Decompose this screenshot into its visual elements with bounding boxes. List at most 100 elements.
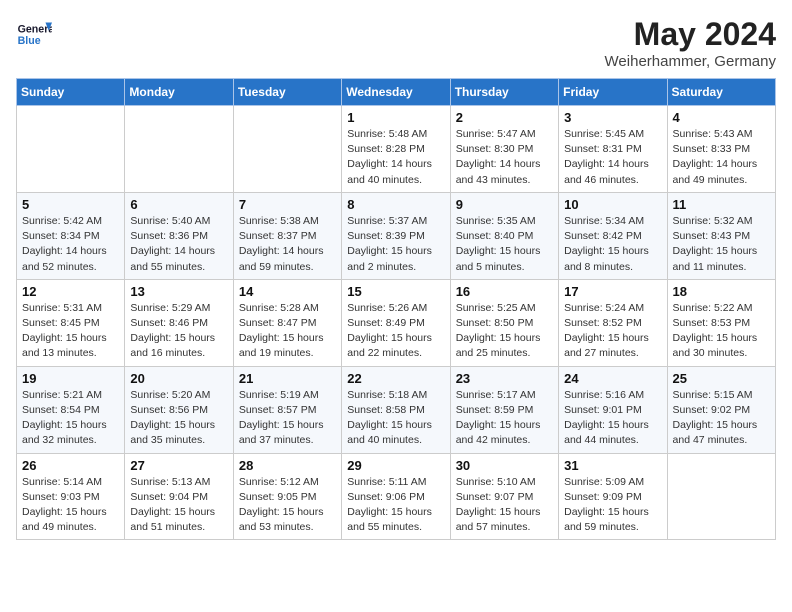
- calendar-cell: 22Sunrise: 5:18 AMSunset: 8:58 PMDayligh…: [342, 366, 450, 453]
- day-number: 7: [239, 197, 336, 212]
- calendar-cell: 16 Sunrise: 5:25 AMSunset: 8:50 PMDayligh…: [450, 279, 558, 366]
- calendar-cell: 21 Sunrise: 5:19 AMSunset: 8:57 PMDayligh…: [233, 366, 341, 453]
- day-number: 29: [347, 458, 444, 473]
- day-info: Sunrise: 5:16 AMSunset: 9:01 PMDaylight:…: [564, 388, 661, 449]
- day-number: 8: [347, 197, 444, 212]
- month-title: May 2024: [605, 16, 776, 53]
- day-info: Sunrise: 5:38 AMSunset: 8:37 PMDaylight:…: [239, 214, 336, 275]
- calendar-cell: 11 Sunrise: 5:32 AMSunset: 8:43 PMDayligh…: [667, 192, 775, 279]
- calendar-cell: [233, 106, 341, 193]
- day-number: 11: [673, 197, 770, 212]
- day-info: Sunrise: 5:42 AMSunset: 8:34 PMDaylight:…: [22, 214, 119, 275]
- location: Weiherhammer, Germany: [605, 53, 776, 70]
- day-number: 9: [456, 197, 553, 212]
- day-info: Sunrise: 5:19 AMSunset: 8:57 PMDaylight:…: [239, 388, 336, 449]
- day-number: 19: [22, 371, 119, 386]
- day-info: Sunrise: 5:31 AMSunset: 8:45 PMDaylight:…: [22, 301, 119, 362]
- day-number: 24: [564, 371, 661, 386]
- calendar-cell: [667, 453, 775, 540]
- logo: General Blue: [16, 16, 52, 52]
- day-info: Sunrise: 5:09 AMSunset: 9:09 PMDaylight:…: [564, 475, 661, 536]
- calendar-cell: 18 Sunrise: 5:22 AMSunset: 8:53 PMDayligh…: [667, 279, 775, 366]
- day-number: 15: [347, 284, 444, 299]
- day-info: Sunrise: 5:43 AMSunset: 8:33 PMDaylight:…: [673, 127, 770, 188]
- header-friday: Friday: [559, 79, 667, 106]
- day-info: Sunrise: 5:48 AMSunset: 8:28 PMDaylight:…: [347, 127, 444, 188]
- calendar-cell: 7 Sunrise: 5:38 AMSunset: 8:37 PMDaylight…: [233, 192, 341, 279]
- day-info: Sunrise: 5:10 AMSunset: 9:07 PMDaylight:…: [456, 475, 553, 536]
- day-number: 10: [564, 197, 661, 212]
- day-info: Sunrise: 5:45 AMSunset: 8:31 PMDaylight:…: [564, 127, 661, 188]
- day-number: 23: [456, 371, 553, 386]
- calendar-cell: 31 Sunrise: 5:09 AMSunset: 9:09 PMDayligh…: [559, 453, 667, 540]
- calendar-cell: 30 Sunrise: 5:10 AMSunset: 9:07 PMDayligh…: [450, 453, 558, 540]
- header-monday: Monday: [125, 79, 233, 106]
- day-info: Sunrise: 5:47 AMSunset: 8:30 PMDaylight:…: [456, 127, 553, 188]
- calendar-cell: [125, 106, 233, 193]
- day-number: 14: [239, 284, 336, 299]
- day-info: Sunrise: 5:14 AMSunset: 9:03 PMDaylight:…: [22, 475, 119, 536]
- day-number: 27: [130, 458, 227, 473]
- day-info: Sunrise: 5:21 AMSunset: 8:54 PMDaylight:…: [22, 388, 119, 449]
- calendar-week-2: 5 Sunrise: 5:42 AMSunset: 8:34 PMDaylight…: [17, 192, 776, 279]
- day-info: Sunrise: 5:12 AMSunset: 9:05 PMDaylight:…: [239, 475, 336, 536]
- day-info: Sunrise: 5:13 AMSunset: 9:04 PMDaylight:…: [130, 475, 227, 536]
- header-wednesday: Wednesday: [342, 79, 450, 106]
- calendar-cell: 23Sunrise: 5:17 AMSunset: 8:59 PMDayligh…: [450, 366, 558, 453]
- day-number: 31: [564, 458, 661, 473]
- calendar-cell: 3 Sunrise: 5:45 AMSunset: 8:31 PMDaylight…: [559, 106, 667, 193]
- calendar-cell: 8Sunrise: 5:37 AMSunset: 8:39 PMDaylight…: [342, 192, 450, 279]
- calendar-cell: 27 Sunrise: 5:13 AMSunset: 9:04 PMDayligh…: [125, 453, 233, 540]
- day-number: 18: [673, 284, 770, 299]
- svg-text:Blue: Blue: [18, 35, 41, 47]
- day-number: 30: [456, 458, 553, 473]
- day-info: Sunrise: 5:25 AMSunset: 8:50 PMDaylight:…: [456, 301, 553, 362]
- calendar-cell: 24 Sunrise: 5:16 AMSunset: 9:01 PMDayligh…: [559, 366, 667, 453]
- calendar-cell: 17Sunrise: 5:24 AMSunset: 8:52 PMDayligh…: [559, 279, 667, 366]
- calendar-cell: 28 Sunrise: 5:12 AMSunset: 9:05 PMDayligh…: [233, 453, 341, 540]
- day-number: 22: [347, 371, 444, 386]
- header-sunday: Sunday: [17, 79, 125, 106]
- calendar-cell: 9 Sunrise: 5:35 AMSunset: 8:40 PMDaylight…: [450, 192, 558, 279]
- calendar-cell: 5 Sunrise: 5:42 AMSunset: 8:34 PMDaylight…: [17, 192, 125, 279]
- calendar-cell: 1 Sunrise: 5:48 AMSunset: 8:28 PMDaylight…: [342, 106, 450, 193]
- day-info: Sunrise: 5:35 AMSunset: 8:40 PMDaylight:…: [456, 214, 553, 275]
- day-info: Sunrise: 5:34 AMSunset: 8:42 PMDaylight:…: [564, 214, 661, 275]
- calendar-cell: 6Sunrise: 5:40 AMSunset: 8:36 PMDaylight…: [125, 192, 233, 279]
- day-number: 2: [456, 110, 553, 125]
- day-info: Sunrise: 5:32 AMSunset: 8:43 PMDaylight:…: [673, 214, 770, 275]
- day-info: Sunrise: 5:22 AMSunset: 8:53 PMDaylight:…: [673, 301, 770, 362]
- day-info: Sunrise: 5:26 AMSunset: 8:49 PMDaylight:…: [347, 301, 444, 362]
- calendar-header-row: SundayMondayTuesdayWednesdayThursdayFrid…: [17, 79, 776, 106]
- day-info: Sunrise: 5:29 AMSunset: 8:46 PMDaylight:…: [130, 301, 227, 362]
- calendar-cell: 10 Sunrise: 5:34 AMSunset: 8:42 PMDayligh…: [559, 192, 667, 279]
- page-header: General Blue May 2024 Weiherhammer, Germ…: [16, 16, 776, 70]
- day-number: 5: [22, 197, 119, 212]
- calendar-cell: 4Sunrise: 5:43 AMSunset: 8:33 PMDaylight…: [667, 106, 775, 193]
- calendar-week-3: 12Sunrise: 5:31 AMSunset: 8:45 PMDayligh…: [17, 279, 776, 366]
- header-saturday: Saturday: [667, 79, 775, 106]
- day-number: 1: [347, 110, 444, 125]
- day-info: Sunrise: 5:24 AMSunset: 8:52 PMDaylight:…: [564, 301, 661, 362]
- header-tuesday: Tuesday: [233, 79, 341, 106]
- calendar-cell: [17, 106, 125, 193]
- calendar-cell: 2 Sunrise: 5:47 AMSunset: 8:30 PMDaylight…: [450, 106, 558, 193]
- day-info: Sunrise: 5:28 AMSunset: 8:47 PMDaylight:…: [239, 301, 336, 362]
- calendar-cell: 19 Sunrise: 5:21 AMSunset: 8:54 PMDayligh…: [17, 366, 125, 453]
- day-info: Sunrise: 5:40 AMSunset: 8:36 PMDaylight:…: [130, 214, 227, 275]
- day-number: 16: [456, 284, 553, 299]
- day-number: 28: [239, 458, 336, 473]
- calendar-cell: 26 Sunrise: 5:14 AMSunset: 9:03 PMDayligh…: [17, 453, 125, 540]
- day-number: 26: [22, 458, 119, 473]
- day-number: 21: [239, 371, 336, 386]
- day-info: Sunrise: 5:20 AMSunset: 8:56 PMDaylight:…: [130, 388, 227, 449]
- calendar-cell: 25Sunrise: 5:15 AMSunset: 9:02 PMDayligh…: [667, 366, 775, 453]
- calendar-cell: 15 Sunrise: 5:26 AMSunset: 8:49 PMDayligh…: [342, 279, 450, 366]
- title-block: May 2024 Weiherhammer, Germany: [605, 16, 776, 70]
- day-info: Sunrise: 5:11 AMSunset: 9:06 PMDaylight:…: [347, 475, 444, 536]
- logo-icon: General Blue: [16, 16, 52, 52]
- calendar-week-5: 26 Sunrise: 5:14 AMSunset: 9:03 PMDayligh…: [17, 453, 776, 540]
- calendar-week-4: 19 Sunrise: 5:21 AMSunset: 8:54 PMDayligh…: [17, 366, 776, 453]
- day-number: 3: [564, 110, 661, 125]
- calendar-cell: 29 Sunrise: 5:11 AMSunset: 9:06 PMDayligh…: [342, 453, 450, 540]
